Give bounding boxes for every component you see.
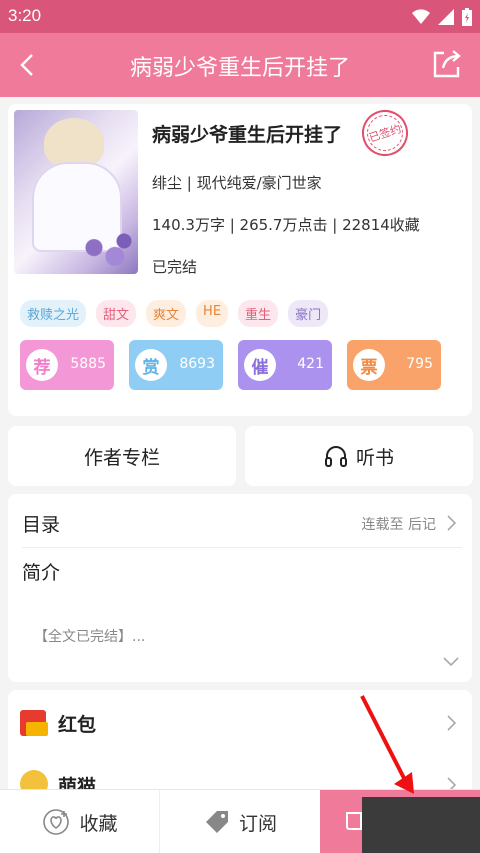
tag-item[interactable]: 豪门 <box>288 300 329 327</box>
chevron-right-icon <box>447 515 457 531</box>
tag-item[interactable]: HE <box>196 300 229 327</box>
toc-card: 目录 连载至 后记 简介 【全文已完结】... <box>8 494 472 682</box>
toc-status: 连载至 后记 <box>361 517 436 533</box>
urge-button[interactable]: 催 421 <box>238 340 332 390</box>
reward-button[interactable]: 赏 8693 <box>129 340 223 390</box>
favorite-label: 收藏 <box>79 812 118 835</box>
heart-plus-icon <box>43 809 70 835</box>
status-icons <box>412 8 472 26</box>
vote-button[interactable]: 票 795 <box>347 340 441 390</box>
book-status: 已完结 <box>152 258 198 276</box>
red-packet-icon <box>20 710 48 736</box>
recommend-count: 5885 <box>70 356 106 372</box>
intro-label: 简介 <box>22 562 61 584</box>
book-title: 病弱少爷重生后开挂了 <box>152 124 343 146</box>
vote-count: 795 <box>406 356 433 372</box>
author-column-label: 作者专栏 <box>83 446 160 469</box>
tag-list: 救赎之光 甜文 爽文 HE 重生 豪门 <box>20 300 329 327</box>
status-time: 3:20 <box>8 6 42 25</box>
book-info-card: 病弱少爷重生后开挂了 已签约 绯尘 | 现代纯爱/豪门世家 140.3万字 | … <box>8 104 472 416</box>
reward-count: 8693 <box>179 356 215 372</box>
tag-item[interactable]: 救赎之光 <box>20 300 87 327</box>
share-icon[interactable] <box>430 47 464 81</box>
headphones-icon <box>324 446 347 467</box>
page-title: 病弱少爷重生后开挂了 <box>129 56 350 81</box>
favorite-button[interactable]: 收藏 <box>0 790 160 853</box>
book-stats-line: 140.3万字 | 265.7万点击 | 22814收藏 <box>152 216 420 234</box>
recommend-button[interactable]: 荐 5885 <box>20 340 114 390</box>
author-column-button[interactable]: 作者专栏 <box>8 426 236 486</box>
tag-item[interactable]: 甜文 <box>96 300 137 327</box>
tag-item[interactable]: 爽文 <box>146 300 187 327</box>
tag-icon <box>205 811 228 833</box>
red-packet-label: 红包 <box>58 714 97 736</box>
annotation-arrow-icon <box>360 695 414 794</box>
tag-item[interactable]: 重生 <box>238 300 279 327</box>
status-bar: 3:20 <box>0 0 480 33</box>
signal-icon <box>438 9 454 25</box>
subscribe-label: 订阅 <box>238 812 277 835</box>
toc-label: 目录 <box>22 514 61 536</box>
listen-button[interactable]: 听书 <box>245 426 473 486</box>
stat-buttons: 荐 5885 赏 8693 催 421 票 795 <box>20 340 441 390</box>
urge-count: 421 <box>297 356 324 372</box>
battery-icon <box>462 8 472 26</box>
urge-badge: 催 <box>244 349 276 381</box>
subscribe-button[interactable]: 订阅 <box>160 790 320 853</box>
obscured-area <box>362 797 480 853</box>
toc-row[interactable]: 目录 连载至 后记 <box>22 508 462 538</box>
signed-stamp: 已签约 <box>356 104 414 162</box>
vote-badge: 票 <box>353 349 385 381</box>
chevron-right-icon <box>447 715 457 731</box>
listen-label: 听书 <box>355 446 394 469</box>
app-bar: 病弱少爷重生后开挂了 <box>0 33 480 97</box>
divider <box>22 547 462 548</box>
reward-badge: 赏 <box>135 349 167 381</box>
recommend-badge: 荐 <box>26 349 58 381</box>
wifi-icon <box>412 9 430 24</box>
book-author-category: 绯尘 | 现代纯爱/豪门世家 <box>152 174 322 192</box>
chevron-down-icon[interactable] <box>442 656 460 668</box>
book-cover[interactable] <box>14 110 138 274</box>
intro-text: 【全文已完结】... <box>34 629 146 645</box>
